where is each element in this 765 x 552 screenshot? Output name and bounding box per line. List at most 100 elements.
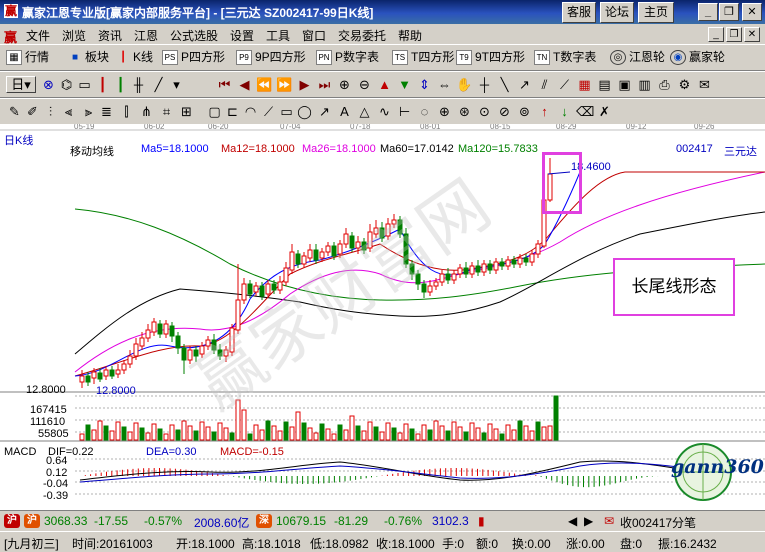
table-icon[interactable]: ▤: [596, 76, 613, 93]
sectors-button[interactable]: ■ 板块: [68, 49, 109, 66]
wave-icon[interactable]: ∿: [376, 103, 393, 120]
calculator-icon[interactable]: ▣: [616, 76, 633, 93]
gann-angle-icon[interactable]: ⫸: [80, 103, 97, 120]
trend-up-icon[interactable]: ↗: [316, 103, 333, 120]
line-chart-icon[interactable]: ╱: [150, 76, 167, 93]
service-button[interactable]: 客服: [562, 2, 596, 23]
compress-icon[interactable]: ⇔: [436, 76, 453, 93]
spiral-icon[interactable]: ◌: [416, 103, 433, 120]
bar-chart-icon[interactable]: ╫: [130, 76, 147, 93]
mdi-close-button[interactable]: ✕: [744, 27, 760, 42]
pencil-icon[interactable]: ✎: [6, 103, 23, 120]
zoom-out-icon[interactable]: ⊖: [356, 76, 373, 93]
f10-icon[interactable]: ▥: [636, 76, 653, 93]
minimize-button[interactable]: _: [698, 3, 718, 21]
clear-icon[interactable]: ✗: [596, 103, 613, 120]
draw-ray-icon[interactable]: ↗: [516, 76, 533, 93]
last-page-icon[interactable]: ⏭: [316, 76, 333, 93]
candlestick: [139, 337, 145, 347]
menu-gann[interactable]: 江恩: [134, 27, 158, 44]
mdi-restore-button[interactable]: ❐: [726, 27, 742, 42]
tick-chart-icon[interactable]: ▭: [76, 76, 93, 93]
scroll-left-icon[interactable]: ◀: [568, 514, 577, 528]
next-page-icon[interactable]: ▶: [296, 76, 313, 93]
cycle-lines-icon[interactable]: ⫿: [118, 103, 135, 120]
9p-square-button[interactable]: P9 9P四方形: [236, 49, 306, 66]
rect-icon[interactable]: ▭: [278, 103, 295, 120]
menu-help[interactable]: 帮助: [398, 27, 422, 44]
prev-page-icon[interactable]: ◀: [236, 76, 253, 93]
text-tool-icon[interactable]: A: [336, 103, 353, 120]
winner-wheel-button[interactable]: ◉ 赢家轮: [670, 49, 725, 66]
crosshair-icon[interactable]: ┼: [476, 76, 493, 93]
hand-icon[interactable]: ✋: [456, 76, 473, 93]
circle-plus-icon[interactable]: ⊚: [516, 103, 533, 120]
bracket-icon[interactable]: ⊏: [224, 103, 241, 120]
back-icon[interactable]: ⏪: [256, 76, 273, 93]
menu-settings[interactable]: 设置: [230, 27, 254, 44]
fib-time-icon[interactable]: ⋔: [138, 103, 155, 120]
kline-chart[interactable]: 05-19 06-02 06-20 07-04 07-18 08-01 08-15 08-29…: [0, 124, 765, 510]
kline-button[interactable]: ┃ K线: [116, 49, 153, 66]
arc-icon[interactable]: ◠: [242, 103, 259, 120]
menu-formula-select[interactable]: 公式选股: [170, 27, 218, 44]
home-button[interactable]: 主页: [638, 2, 674, 23]
draw-fan-icon[interactable]: ⟋: [556, 76, 573, 93]
first-page-icon[interactable]: ⏮: [216, 76, 233, 93]
p-square-button[interactable]: PS P四方形: [162, 49, 225, 66]
candle-up-icon[interactable]: ┃: [94, 76, 111, 93]
fib-lines-icon[interactable]: ≣: [98, 103, 115, 120]
gann-grid-icon[interactable]: ⫷: [60, 103, 77, 120]
erase-icon[interactable]: ⌫: [576, 103, 594, 120]
draw-channel-icon[interactable]: ⫽: [536, 76, 553, 93]
circle-split-icon[interactable]: ⊘: [496, 103, 513, 120]
candle-down-icon[interactable]: ┃: [112, 76, 129, 93]
scroll-right-icon[interactable]: ▶: [584, 514, 593, 528]
ellipse-icon[interactable]: ◯: [296, 103, 313, 120]
circle-grid-icon[interactable]: ⊛: [456, 103, 473, 120]
zoom-chart-icon[interactable]: ▾: [168, 76, 185, 93]
forum-button[interactable]: 论坛: [600, 2, 634, 23]
chat-icon[interactable]: ✉: [696, 76, 713, 93]
circle-cross-icon[interactable]: ⊕: [436, 103, 453, 120]
9t-square-button[interactable]: T9 9T四方形: [456, 49, 525, 66]
gann-line-icon[interactable]: ⫶: [42, 103, 59, 120]
menu-window[interactable]: 窗口: [302, 27, 326, 44]
menu-info[interactable]: 资讯: [98, 27, 122, 44]
marker-up-icon[interactable]: ↑: [536, 103, 553, 120]
menu-trade[interactable]: 交易委托: [338, 27, 386, 44]
settings-icon[interactable]: ⚙: [676, 76, 693, 93]
menu-file[interactable]: 文件: [26, 27, 50, 44]
circle-dot-icon[interactable]: ⊙: [476, 103, 493, 120]
kline-view-icon[interactable]: ⌬: [58, 76, 75, 93]
close-button[interactable]: ✕: [742, 3, 762, 21]
box-icon[interactable]: ▢: [206, 103, 223, 120]
pointer-icon[interactable]: ⊗: [40, 76, 57, 93]
square-nine-icon[interactable]: ⌗: [158, 103, 175, 120]
ruler-icon[interactable]: ⊢: [396, 103, 413, 120]
marker-down-icon[interactable]: ↓: [556, 103, 573, 120]
t-square-button[interactable]: TS T四方形: [392, 49, 454, 66]
print-icon[interactable]: ⎙: [656, 76, 673, 93]
speed-line-icon[interactable]: ⟋: [260, 103, 277, 120]
menu-tools[interactable]: 工具: [266, 27, 290, 44]
chart-panel[interactable]: 05-19 06-02 06-20 07-04 07-18 08-01 08-15 08-29…: [0, 124, 765, 510]
quotes-button[interactable]: ▦ 行情: [6, 49, 49, 66]
t-number-button[interactable]: TN T数字表: [534, 49, 596, 66]
p-number-button[interactable]: PN P数字表: [316, 49, 379, 66]
restore-button[interactable]: ❐: [719, 3, 739, 21]
expand-icon[interactable]: ⇕: [416, 76, 433, 93]
gann-wheel-button[interactable]: ◎ 江恩轮: [610, 49, 665, 66]
calendar-icon[interactable]: ▦: [576, 76, 593, 93]
draw-line-icon[interactable]: ╲: [496, 76, 513, 93]
pen-icon[interactable]: ✐: [24, 103, 41, 120]
forward-icon[interactable]: ⏩: [276, 76, 293, 93]
period-select[interactable]: 日▾: [6, 76, 36, 93]
triangle-icon[interactable]: △: [356, 103, 373, 120]
mdi-minimize-button[interactable]: _: [708, 27, 724, 42]
zoom-in-icon[interactable]: ⊕: [336, 76, 353, 93]
gann-box-icon[interactable]: ⊞: [178, 103, 195, 120]
menu-browse[interactable]: 浏览: [62, 27, 86, 44]
arrow-down-icon[interactable]: ▼: [396, 76, 413, 93]
arrow-up-icon[interactable]: ▲: [376, 76, 393, 93]
